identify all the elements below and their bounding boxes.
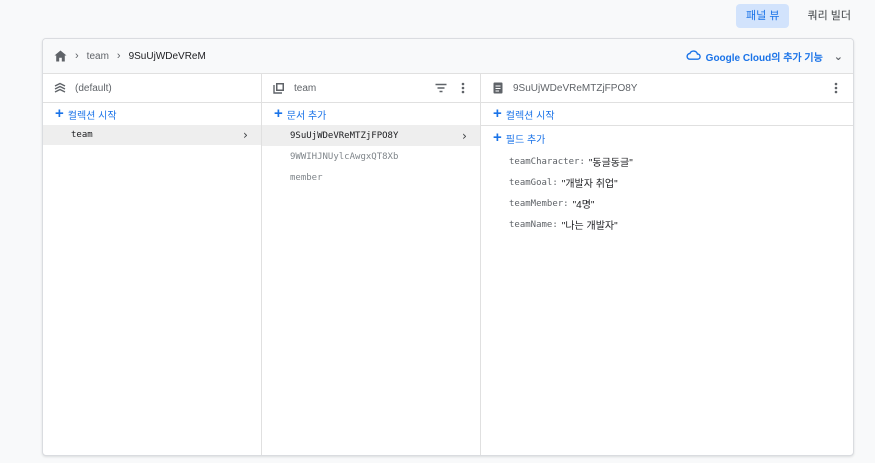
add-document-label: 문서 추가 [286, 110, 327, 122]
field-value: "4명" [572, 200, 595, 211]
document-item-label: member [290, 172, 323, 183]
field-key: teamMember: [509, 198, 569, 209]
document-item-label: 9SuUjWDeVReMTZjFPO8Y [290, 130, 399, 141]
field-row[interactable]: teamName: "나는 개발자" [481, 214, 853, 235]
root-title: (default) [75, 82, 112, 94]
collection-column: team + 문서 추가 9SuUjWDeVReMTZjFPO8Y › 9WWI… [262, 74, 481, 455]
chevron-down-icon: ⌄ [833, 50, 843, 63]
field-key: teamName: [509, 219, 558, 230]
collection-item-label: team [71, 130, 93, 140]
document-column-header: 9SuUjWDeVReMTZjFPO8Y [481, 74, 853, 103]
field-value: "나는 개발자" [561, 221, 618, 232]
breadcrumb-document[interactable]: 9SuUjWDeVReM [129, 51, 206, 62]
plus-icon: + [493, 129, 502, 146]
collection-icon [272, 81, 286, 95]
root-column-header: (default) [43, 74, 261, 103]
document-item[interactable]: member [262, 167, 480, 188]
field-value: "동글동글" [588, 158, 633, 169]
breadcrumb-collection[interactable]: team [87, 51, 109, 62]
query-builder-button[interactable]: 쿼리 빌더 [797, 4, 861, 28]
document-item[interactable]: 9WWIHJNUylcAwgxQT8Xb [262, 146, 480, 167]
add-field-button[interactable]: + 필드 추가 [481, 127, 853, 149]
subcollection-section: + 컬렉션 시작 [481, 103, 853, 126]
add-field-label: 필드 추가 [505, 134, 546, 146]
view-toggle: 패널 뷰 쿼리 빌더 [736, 4, 861, 28]
start-subcollection-label: 컬렉션 시작 [505, 110, 555, 122]
filter-icon[interactable] [434, 81, 448, 95]
google-cloud-features-button[interactable]: Google Cloud의 추가 기능 ⌄ [686, 49, 843, 64]
collection-column-header: team [262, 74, 480, 103]
more-vert-icon[interactable] [829, 81, 843, 95]
panel-header: › team › 9SuUjWDeVReM Google Cloud의 추가 기… [43, 39, 853, 74]
field-row[interactable]: teamMember: "4명" [481, 193, 853, 214]
plus-icon: + [493, 105, 502, 122]
document-icon [491, 81, 505, 95]
start-subcollection-button[interactable]: + 컬렉션 시작 [481, 103, 853, 125]
chevron-right-icon: › [116, 50, 121, 62]
plus-icon: + [274, 105, 283, 122]
root-column: (default) + 컬렉션 시작 team › [43, 74, 262, 455]
field-value: "개발자 취업" [561, 179, 618, 190]
chevron-right-icon: › [460, 128, 468, 143]
field-row[interactable]: teamGoal: "개발자 취업" [481, 172, 853, 193]
add-document-button[interactable]: + 문서 추가 [262, 103, 480, 125]
home-icon[interactable] [53, 49, 67, 63]
field-row[interactable]: teamCharacter: "동글동글" [481, 151, 853, 172]
chevron-right-icon: › [75, 50, 79, 62]
collection-item[interactable]: team › [43, 125, 261, 145]
more-vert-icon[interactable] [456, 81, 470, 95]
start-collection-label: 컬렉션 시작 [67, 110, 117, 122]
plus-icon: + [55, 105, 64, 122]
document-item-label: 9WWIHJNUylcAwgxQT8Xb [290, 151, 399, 162]
document-column: 9SuUjWDeVReMTZjFPO8Y + 컬렉션 시작 + 필드 추가 te… [481, 74, 853, 455]
panel-view-button[interactable]: 패널 뷰 [736, 4, 790, 28]
chevron-right-icon: › [241, 128, 249, 142]
google-cloud-label: Google Cloud의 추가 기능 [705, 52, 823, 64]
firestore-panel: › team › 9SuUjWDeVReM Google Cloud의 추가 기… [42, 38, 854, 456]
document-item[interactable]: 9SuUjWDeVReMTZjFPO8Y › [262, 125, 480, 146]
cloud-icon [686, 49, 701, 63]
start-collection-button[interactable]: + 컬렉션 시작 [43, 103, 261, 125]
breadcrumb: › team › 9SuUjWDeVReM [53, 49, 206, 63]
field-key: teamGoal: [509, 177, 558, 188]
collection-title: team [294, 82, 317, 94]
database-icon [53, 81, 67, 95]
document-title: 9SuUjWDeVReMTZjFPO8Y [513, 82, 638, 94]
field-key: teamCharacter: [509, 156, 585, 167]
